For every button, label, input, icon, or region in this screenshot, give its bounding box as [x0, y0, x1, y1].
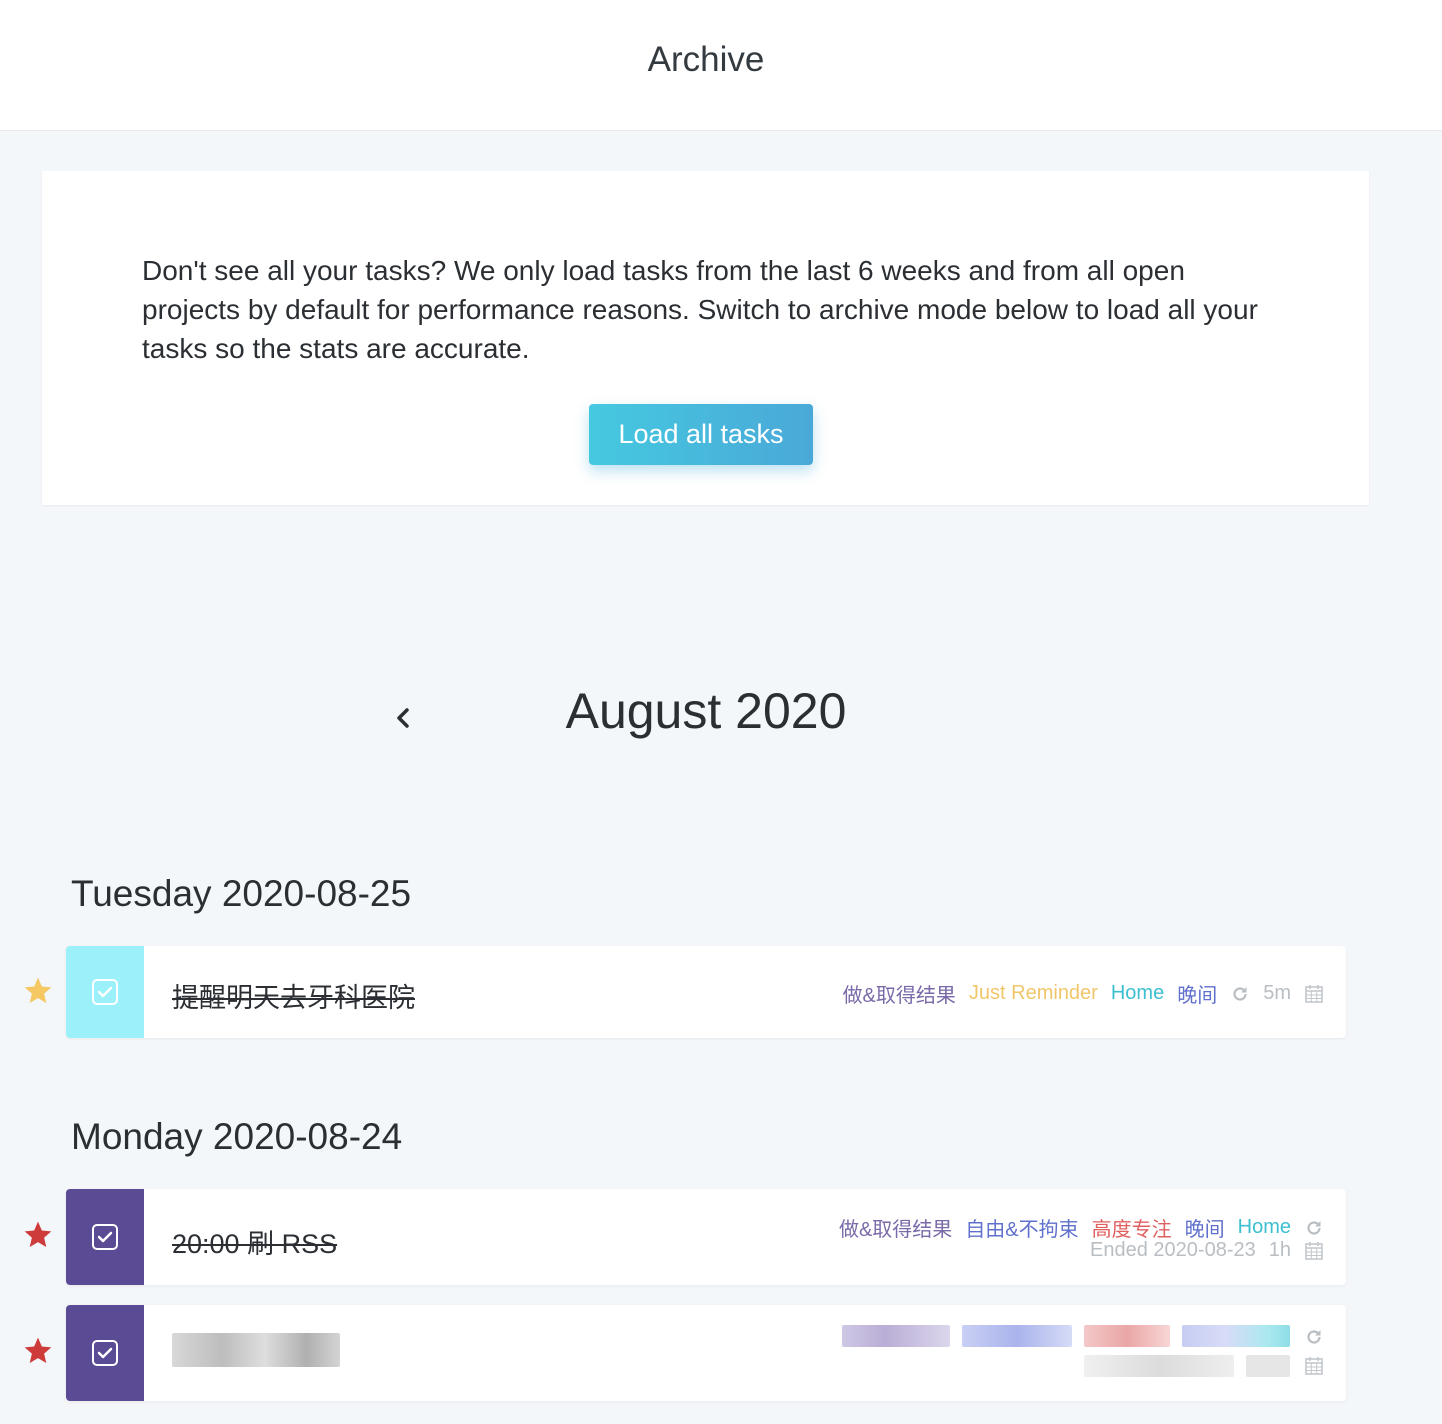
archive-notice-text: Don't see all your tasks? We only load t… — [142, 255, 1258, 364]
task-tags: 做&取得结果 自由&不拘束 高度专注 晚间 Home — [839, 1213, 1324, 1242]
obscured-tags — [842, 1325, 1290, 1347]
task-color-strip — [66, 946, 144, 1038]
top-bar: Archive — [0, 0, 1442, 131]
tag[interactable]: 做&取得结果 — [839, 1213, 952, 1242]
calendar-icon[interactable] — [1304, 1355, 1324, 1375]
task-meta: Ended 2020-08-23 1h — [1090, 1239, 1324, 1262]
star-icon[interactable] — [22, 1335, 54, 1367]
tag[interactable]: 做&取得结果 — [843, 979, 956, 1008]
tag[interactable]: Just Reminder — [969, 982, 1098, 1005]
load-all-tasks-button[interactable]: Load all tasks — [589, 404, 813, 465]
star-icon[interactable] — [22, 975, 54, 1007]
task-title[interactable]: 提醒明天去牙科医院 — [172, 976, 415, 1015]
task-card[interactable] — [66, 1305, 1346, 1401]
task-duration: 1h — [1268, 1239, 1291, 1261]
task-checkbox[interactable] — [92, 1340, 118, 1366]
obscured-task-title — [172, 1333, 340, 1367]
task-title[interactable]: 20:00 刷 RSS — [172, 1222, 337, 1261]
task-duration: 5m — [1263, 982, 1291, 1004]
tag[interactable]: Home — [1111, 982, 1164, 1005]
archive-notice-card: Don't see all your tasks? We only load t… — [42, 171, 1369, 505]
task-ended-date: Ended 2020-08-23 — [1090, 1239, 1256, 1261]
task-checkbox[interactable] — [92, 1224, 118, 1250]
day-heading: Tuesday 2020-08-25 — [71, 873, 412, 914]
tag[interactable]: 晚间 — [1177, 979, 1217, 1008]
tag[interactable]: 自由&不拘束 — [965, 1213, 1078, 1242]
day-heading: Monday 2020-08-24 — [71, 1116, 403, 1157]
task-tags: 做&取得结果 Just Reminder Home 晚间 5m — [843, 979, 1324, 1008]
check-icon — [97, 1231, 113, 1243]
task-checkbox[interactable] — [92, 979, 118, 1005]
task-color-strip — [66, 1189, 144, 1285]
task-icons — [1304, 1327, 1324, 1375]
tag[interactable]: Home — [1238, 1216, 1291, 1239]
month-navigation: August 2020 — [0, 670, 1442, 760]
obscured-meta — [1084, 1355, 1290, 1377]
task-card[interactable]: 提醒明天去牙科医院 做&取得结果 Just Reminder Home 晚间 5… — [66, 946, 1346, 1038]
star-icon[interactable] — [22, 1219, 54, 1251]
repeat-icon — [1304, 1327, 1324, 1347]
repeat-icon — [1230, 984, 1250, 1004]
task-color-strip — [66, 1305, 144, 1401]
task-card[interactable]: 20:00 刷 RSS 做&取得结果 自由&不拘束 高度专注 晚间 Home E… — [66, 1189, 1346, 1285]
calendar-icon[interactable] — [1304, 984, 1324, 1004]
check-icon — [97, 1347, 113, 1359]
month-label: August 2020 — [565, 683, 847, 739]
tag[interactable]: 高度专注 — [1092, 1213, 1172, 1242]
tag[interactable]: 晚间 — [1185, 1213, 1225, 1242]
calendar-icon[interactable] — [1304, 1241, 1324, 1261]
repeat-icon — [1304, 1218, 1324, 1238]
page-title: Archive — [647, 40, 765, 79]
check-icon — [97, 986, 113, 998]
